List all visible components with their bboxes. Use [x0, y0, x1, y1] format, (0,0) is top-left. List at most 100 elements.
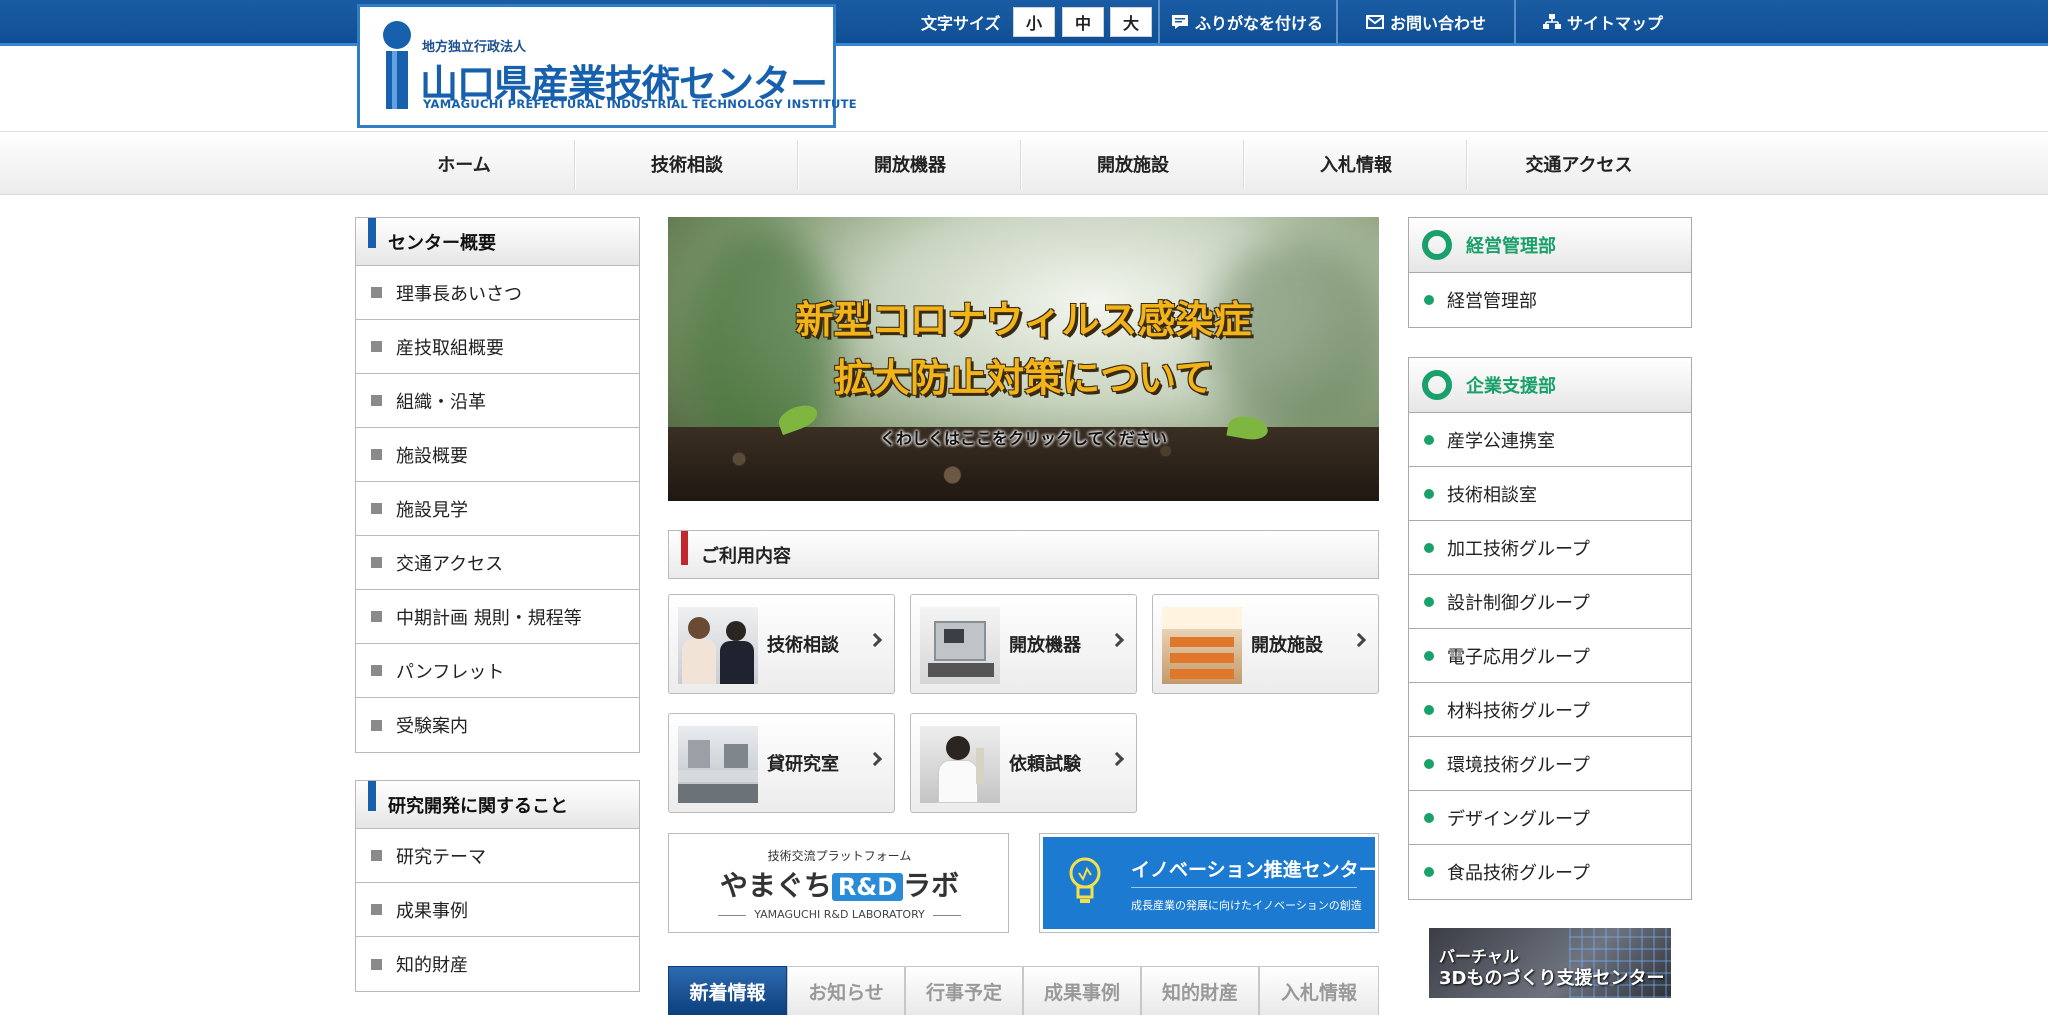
nav-open-equipment[interactable]: 開放機器 — [799, 140, 1021, 188]
yamaguchi-rd-lab-banner[interactable]: 技術交流プラットフォーム やまぐち R&D ラボ YAMAGUCHI R&D LAB… — [668, 833, 1009, 933]
sidebar-item-organization[interactable]: 組織・沿革 — [356, 374, 639, 428]
dept-item-materials[interactable]: 材料技術グループ — [1409, 683, 1691, 737]
hero-headline-2: 拡大防止対策について — [834, 356, 1213, 400]
testing-photo — [920, 726, 1000, 803]
font-size-small-button[interactable]: 小 — [1013, 7, 1055, 37]
innovation-banner-title: イノベーション推進センター — [1131, 859, 1378, 881]
font-size-medium-button[interactable]: 中 — [1062, 7, 1104, 37]
dept-heading[interactable]: 経営管理部 — [1409, 218, 1691, 273]
nav-home[interactable]: ホーム — [353, 140, 575, 188]
facility-photo — [1162, 607, 1242, 684]
lightbulb-icon — [1069, 857, 1101, 903]
sidebar-research: 研究開発に関すること 研究テーマ 成果事例 知的財産 — [355, 780, 640, 992]
sidebar-item-exam-info[interactable]: 受験案内 — [356, 698, 639, 752]
dot-bullet-icon — [1424, 434, 1434, 445]
sidebar-item-pamphlet[interactable]: パンフレット — [356, 644, 639, 698]
sidebar-item-facility-tour[interactable]: 施設見学 — [356, 482, 639, 536]
equipment-photo — [920, 607, 1000, 684]
square-bullet-icon — [371, 503, 382, 514]
dept-item-management[interactable]: 経営管理部 — [1409, 273, 1691, 327]
sidebar-heading: 研究開発に関すること — [356, 781, 639, 829]
service-label: 開放機器 — [1009, 635, 1081, 656]
service-rental-lab[interactable]: 貸研究室 — [668, 713, 895, 813]
util-divider — [1514, 0, 1516, 43]
square-bullet-icon — [371, 557, 382, 568]
sitemap-icon — [1543, 13, 1561, 29]
square-bullet-icon — [371, 449, 382, 460]
ring-bullet-icon — [1422, 370, 1452, 400]
sidebar-item-ip[interactable]: 知的財産 — [356, 937, 639, 991]
sidebar-item-research-themes[interactable]: 研究テーマ — [356, 829, 639, 883]
innovation-center-banner[interactable]: イノベーション推進センター 成長産業の発展に向けたイノベーションの創造 — [1039, 833, 1379, 933]
chevron-right-icon — [867, 632, 883, 648]
dept-item-design[interactable]: デザイングループ — [1409, 791, 1691, 845]
square-bullet-icon — [371, 904, 382, 915]
service-label: 開放施設 — [1251, 635, 1323, 656]
tab-notices[interactable]: お知らせ — [787, 966, 905, 1015]
dept-item-environment[interactable]: 環境技術グループ — [1409, 737, 1691, 791]
nav-bidding[interactable]: 入札情報 — [1245, 140, 1467, 188]
service-label: 技術相談 — [767, 635, 839, 656]
dot-bullet-icon — [1424, 758, 1434, 769]
rd-banner-english: YAMAGUCHI R&D LABORATORY — [669, 908, 1010, 921]
tab-ip[interactable]: 知的財産 — [1141, 966, 1259, 1015]
sitemap-link[interactable]: サイトマップ — [1543, 0, 1663, 43]
sidebar-item-initiatives[interactable]: 産技取組概要 — [356, 320, 639, 374]
furigana-label: ふりがなを付ける — [1195, 13, 1324, 33]
tab-results[interactable]: 成果事例 — [1023, 966, 1141, 1015]
square-bullet-icon — [371, 958, 382, 970]
nav-tech-consult[interactable]: 技術相談 — [576, 140, 798, 188]
dept-heading[interactable]: 企業支援部 — [1409, 358, 1691, 413]
dot-bullet-icon — [1424, 650, 1434, 661]
dot-bullet-icon — [1424, 812, 1434, 823]
sitemap-label: サイトマップ — [1567, 13, 1664, 33]
nav-access[interactable]: 交通アクセス — [1468, 140, 1690, 188]
service-label: 貸研究室 — [767, 754, 839, 775]
square-bullet-icon — [371, 287, 382, 298]
dept-item-industry-academia[interactable]: 産学公連携室 — [1409, 413, 1691, 467]
tab-news[interactable]: 新着情報 — [668, 966, 787, 1015]
font-size-label: 文字サイズ — [921, 13, 1001, 33]
dept-item-processing[interactable]: 加工技術グループ — [1409, 521, 1691, 575]
dept-item-design-control[interactable]: 設計制御グループ — [1409, 575, 1691, 629]
dot-bullet-icon — [1424, 867, 1434, 877]
dept-item-tech-consult-room[interactable]: 技術相談室 — [1409, 467, 1691, 521]
services-heading: ご利用内容 — [668, 530, 1379, 579]
virtual-3d-center-banner[interactable]: バーチャル 3Dものづくり支援センター — [1429, 928, 1671, 998]
covid-hero-banner[interactable]: 新型コロナウィルス感染症 拡大防止対策について くわしくはここをクリックしてくだ… — [668, 217, 1379, 501]
service-tech-consult[interactable]: 技術相談 — [668, 594, 895, 694]
site-logo[interactable]: 地方独立行政法人 山口県産業技術センター YAMAGUCHI PREFECTUR… — [357, 4, 857, 128]
sidebar-item-facility-overview[interactable]: 施設概要 — [356, 428, 639, 482]
util-divider — [1158, 0, 1160, 43]
dept-item-food[interactable]: 食品技術グループ — [1409, 845, 1691, 899]
service-open-facility[interactable]: 開放施設 — [1152, 594, 1379, 694]
furigana-link[interactable]: ふりがなを付ける — [1171, 0, 1323, 43]
dept-item-electronics[interactable]: 電子応用グループ — [1409, 629, 1691, 683]
service-label: 依頼試験 — [1009, 754, 1081, 775]
tab-events[interactable]: 行事予定 — [905, 966, 1023, 1015]
dot-bullet-icon — [1424, 596, 1434, 607]
tab-bidding[interactable]: 入札情報 — [1259, 966, 1379, 1015]
chevron-right-icon — [1109, 751, 1125, 767]
innovation-banner-subtitle: 成長産業の発展に向けたイノベーションの創造 — [1131, 899, 1362, 912]
dot-bullet-icon — [1424, 295, 1434, 305]
sidebar-item-results[interactable]: 成果事例 — [356, 883, 639, 937]
dot-bullet-icon — [1424, 488, 1434, 499]
service-testing[interactable]: 依頼試験 — [910, 713, 1137, 813]
dept-management-box: 経営管理部 経営管理部 — [1408, 217, 1692, 328]
nav-open-facility[interactable]: 開放施設 — [1022, 140, 1244, 188]
person-logo-icon — [382, 21, 412, 111]
dot-bullet-icon — [1424, 704, 1434, 715]
innovation-banner-bg: イノベーション推進センター 成長産業の発展に向けたイノベーションの創造 — [1043, 837, 1378, 929]
contact-link[interactable]: お問い合わせ — [1366, 0, 1486, 43]
sidebar-item-access[interactable]: 交通アクセス — [356, 536, 639, 590]
service-open-equipment[interactable]: 開放機器 — [910, 594, 1137, 694]
ring-bullet-icon — [1422, 230, 1452, 260]
chevron-right-icon — [1351, 632, 1367, 648]
square-bullet-icon — [371, 341, 382, 352]
dept-support-box: 企業支援部 産学公連携室 技術相談室 加工技術グループ 設計制御グループ 電子応… — [1408, 357, 1692, 900]
sidebar-item-midterm-plan[interactable]: 中期計画 規則・規程等 — [356, 590, 639, 644]
square-bullet-icon — [371, 850, 382, 861]
font-size-large-button[interactable]: 大 — [1110, 7, 1152, 37]
sidebar-item-greeting[interactable]: 理事長あいさつ — [356, 266, 639, 320]
